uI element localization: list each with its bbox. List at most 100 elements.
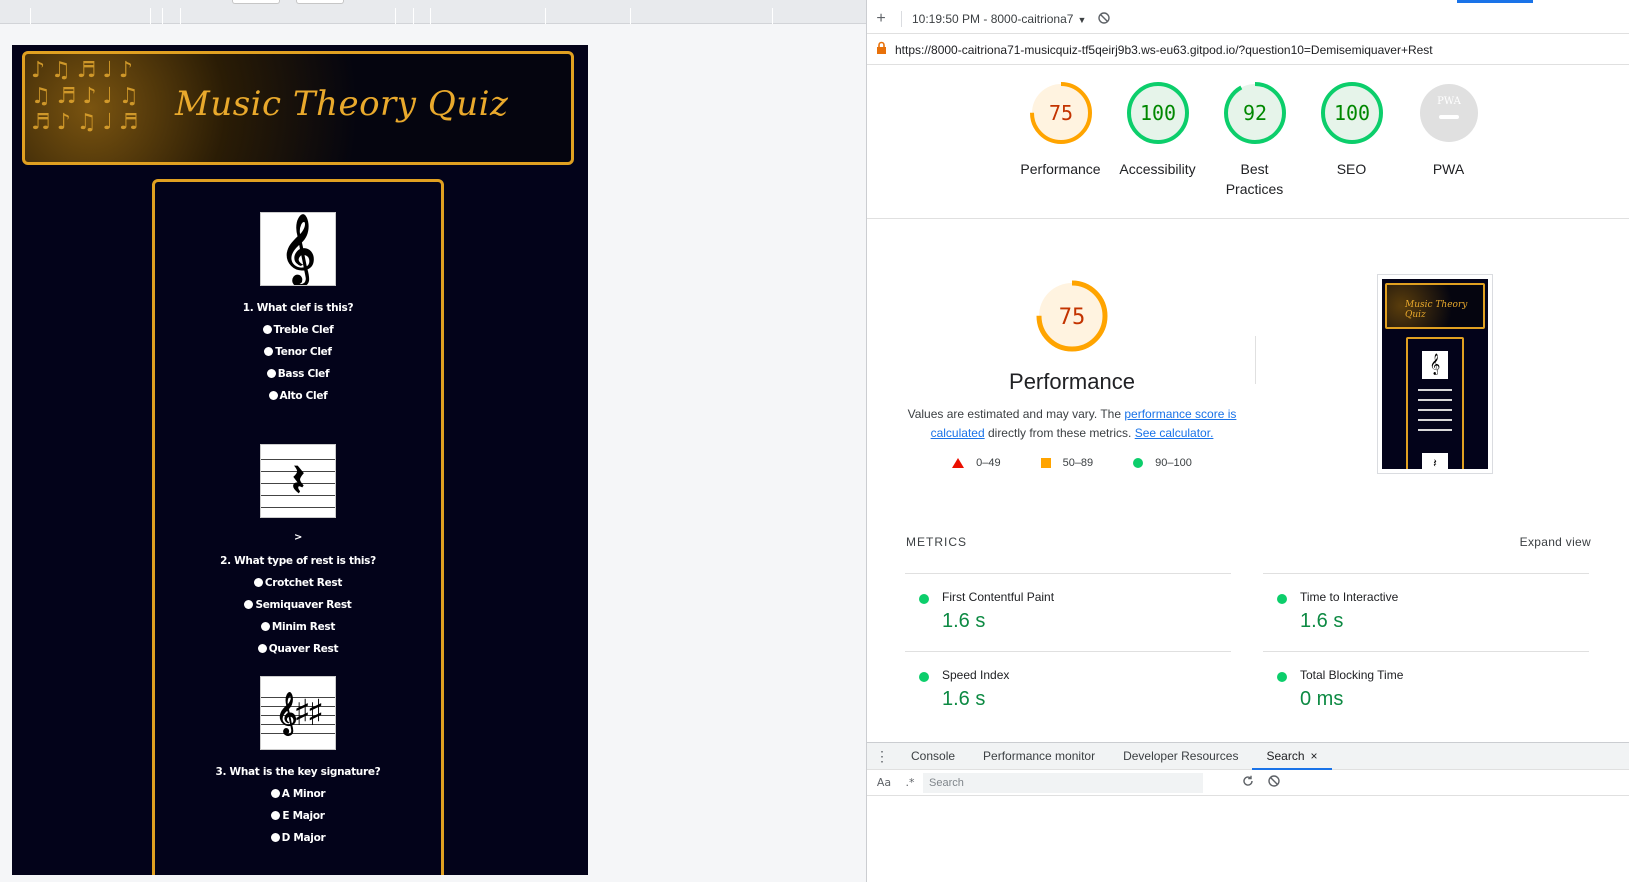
- add-report-icon[interactable]: +: [867, 10, 895, 28]
- pass-circle-icon: [1277, 672, 1287, 682]
- score-gauge: 75: [1029, 82, 1092, 144]
- option-tenor-clef[interactable]: Tenor Clef: [155, 346, 441, 358]
- pass-circle-icon: [919, 672, 929, 682]
- option-d-major[interactable]: D Major: [155, 832, 441, 844]
- radio-button[interactable]: [266, 369, 276, 378]
- ruler-handle[interactable]: [296, 0, 344, 4]
- more-tools-icon[interactable]: ⋮: [867, 748, 897, 765]
- divider: [867, 218, 1629, 219]
- pwa-badge-text: PWA: [1437, 96, 1462, 107]
- score-gauge: 100: [1320, 82, 1383, 144]
- legend-average: 50–89: [1040, 457, 1093, 469]
- treble-clef-icon: 𝄞: [1422, 351, 1448, 379]
- legend-fail: 0–49: [952, 457, 1001, 469]
- score-gauge: 100: [1126, 82, 1189, 144]
- rest-icon: 𝄽: [1422, 453, 1448, 469]
- thumbnail-header: Music Theory Quiz: [1385, 283, 1485, 329]
- question-text: 1. What clef is this?: [242, 302, 354, 314]
- triangle-icon: [952, 458, 965, 468]
- option-bass-clef[interactable]: Bass Clef: [155, 368, 441, 380]
- option-minim-rest[interactable]: Minim Rest: [155, 621, 441, 633]
- radio-button[interactable]: [244, 600, 254, 609]
- device-ruler: [0, 0, 866, 24]
- report-selector[interactable]: 10:19:50 PM - 8000-caitriona7 ▼: [908, 12, 1090, 26]
- radio-button[interactable]: [262, 325, 272, 334]
- option-alto-clef[interactable]: Alto Clef: [155, 390, 441, 402]
- rest-image: 𝄽: [260, 444, 336, 518]
- ruler-handle[interactable]: [232, 0, 280, 4]
- radio-button[interactable]: [253, 578, 263, 587]
- pwa-badge-icon: PWA: [1419, 84, 1478, 142]
- question-text: 3. What is the key signature?: [215, 766, 381, 778]
- match-case-button[interactable]: Aa: [871, 776, 897, 789]
- gauge-seo[interactable]: 100 SEO: [1303, 80, 1400, 199]
- clear-search-icon[interactable]: [1261, 775, 1287, 790]
- final-screenshot-thumbnail[interactable]: Music Theory Quiz 𝄞 𝄽: [1377, 274, 1493, 474]
- gauge-score: 100: [1333, 101, 1369, 125]
- tab-performance-monitor[interactable]: Performance monitor: [969, 742, 1109, 770]
- gauge-score: 92: [1242, 101, 1266, 125]
- legend-pass: 90–100: [1133, 457, 1192, 469]
- pwa-badge-bar: [1438, 115, 1459, 119]
- regex-button[interactable]: .*: [897, 776, 923, 789]
- radio-button[interactable]: [260, 622, 270, 631]
- gauge-pwa[interactable]: PWA PWA: [1400, 80, 1497, 199]
- active-panel-indicator: [1457, 0, 1533, 3]
- metrics-heading: METRICS: [906, 535, 967, 549]
- option-quaver-rest[interactable]: Quaver Rest: [155, 643, 441, 655]
- dropdown-caret-icon: ▼: [1077, 14, 1087, 25]
- gauge-score: 75: [1059, 305, 1086, 330]
- radio-button[interactable]: [271, 811, 281, 820]
- gauge-performance[interactable]: 75 Performance: [1012, 80, 1109, 199]
- metric-first-contentful-paint: First Contentful Paint 1.6 s: [905, 573, 1231, 647]
- report-url[interactable]: https://8000-caitriona71-musicquiz-tf5qe…: [895, 43, 1433, 57]
- tab-developer-resources[interactable]: Developer Resources: [1109, 742, 1252, 770]
- performance-heading: Performance: [1009, 369, 1135, 394]
- metric-total-blocking-time: Total Blocking Time 0 ms: [1263, 651, 1589, 725]
- question-text: 2. What type of rest is this?: [220, 555, 376, 567]
- question-1: 𝄞 1. What clef is this? Treble Clef Teno…: [155, 212, 441, 402]
- devtools-panel: + 10:19:50 PM - 8000-caitriona7 ▼ https:/…: [866, 0, 1629, 882]
- performance-description: Values are estimated and may vary. The p…: [907, 407, 1237, 440]
- option-a-minor[interactable]: A Minor: [155, 788, 441, 800]
- quiz-header: ♪♫♬♩♪ ♫♬♪♩♫ ♬♪♫♩♬ Music Theory Quiz: [22, 51, 574, 165]
- radio-button[interactable]: [264, 347, 274, 356]
- score-legend: 0–49 50–89 90–100: [897, 457, 1247, 469]
- performance-gauge: 75: [1036, 280, 1108, 352]
- report-url-bar: https://8000-caitriona71-musicquiz-tf5qe…: [867, 35, 1629, 65]
- question-3: 𝄞♯♯ 3. What is the key signature? A Mino…: [155, 676, 441, 844]
- metric-time-to-interactive: Time to Interactive 1.6 s: [1263, 573, 1589, 647]
- lock-icon: [867, 41, 895, 58]
- option-semiquaver-rest[interactable]: Semiquaver Rest: [155, 599, 441, 611]
- key-signature-image: 𝄞♯♯: [260, 676, 336, 750]
- gauge-accessibility[interactable]: 100 Accessibility: [1109, 80, 1206, 199]
- clear-reports-icon[interactable]: [1090, 11, 1118, 27]
- radio-button[interactable]: [270, 789, 280, 798]
- gauge-score: 100: [1139, 101, 1175, 125]
- gauge-best-practices[interactable]: 92 Best Practices: [1206, 80, 1303, 199]
- tab-search[interactable]: Search ×: [1252, 742, 1332, 770]
- pass-circle-icon: [919, 594, 929, 604]
- quiz-page: ♪♫♬♩♪ ♫♬♪♩♫ ♬♪♫♩♬ Music Theory Quiz 𝄞 1.…: [12, 45, 588, 875]
- see-calculator-link[interactable]: See calculator.: [1135, 426, 1214, 440]
- search-toolbar: Aa .*: [867, 770, 1629, 796]
- radio-button[interactable]: [268, 391, 278, 400]
- option-treble-clef[interactable]: Treble Clef: [155, 324, 441, 336]
- search-input[interactable]: [923, 772, 1203, 793]
- circle-icon: [1133, 458, 1144, 468]
- refresh-icon[interactable]: [1235, 775, 1261, 790]
- pass-circle-icon: [1277, 594, 1287, 604]
- page-viewport: ♪♫♬♩♪ ♫♬♪♩♫ ♬♪♫♩♬ Music Theory Quiz 𝄞 1.…: [0, 0, 866, 882]
- option-crotchet-rest[interactable]: Crotchet Rest: [155, 577, 441, 589]
- radio-button[interactable]: [257, 644, 267, 653]
- quiz-title: Music Theory Quiz: [175, 84, 509, 124]
- screen: ♪♫♬♩♪ ♫♬♪♩♫ ♬♪♫♩♬ Music Theory Quiz 𝄞 1.…: [0, 0, 1629, 882]
- close-tab-icon[interactable]: ×: [1311, 749, 1318, 763]
- stray-character: >: [293, 532, 303, 543]
- expand-view-toggle[interactable]: Expand view: [1520, 535, 1591, 549]
- radio-button[interactable]: [270, 833, 280, 842]
- divider: [1255, 336, 1256, 384]
- option-e-major[interactable]: E Major: [155, 810, 441, 822]
- category-gauges: 75 Performance 100 Accessibility 92 Best…: [1012, 80, 1497, 199]
- tab-console[interactable]: Console: [897, 742, 969, 770]
